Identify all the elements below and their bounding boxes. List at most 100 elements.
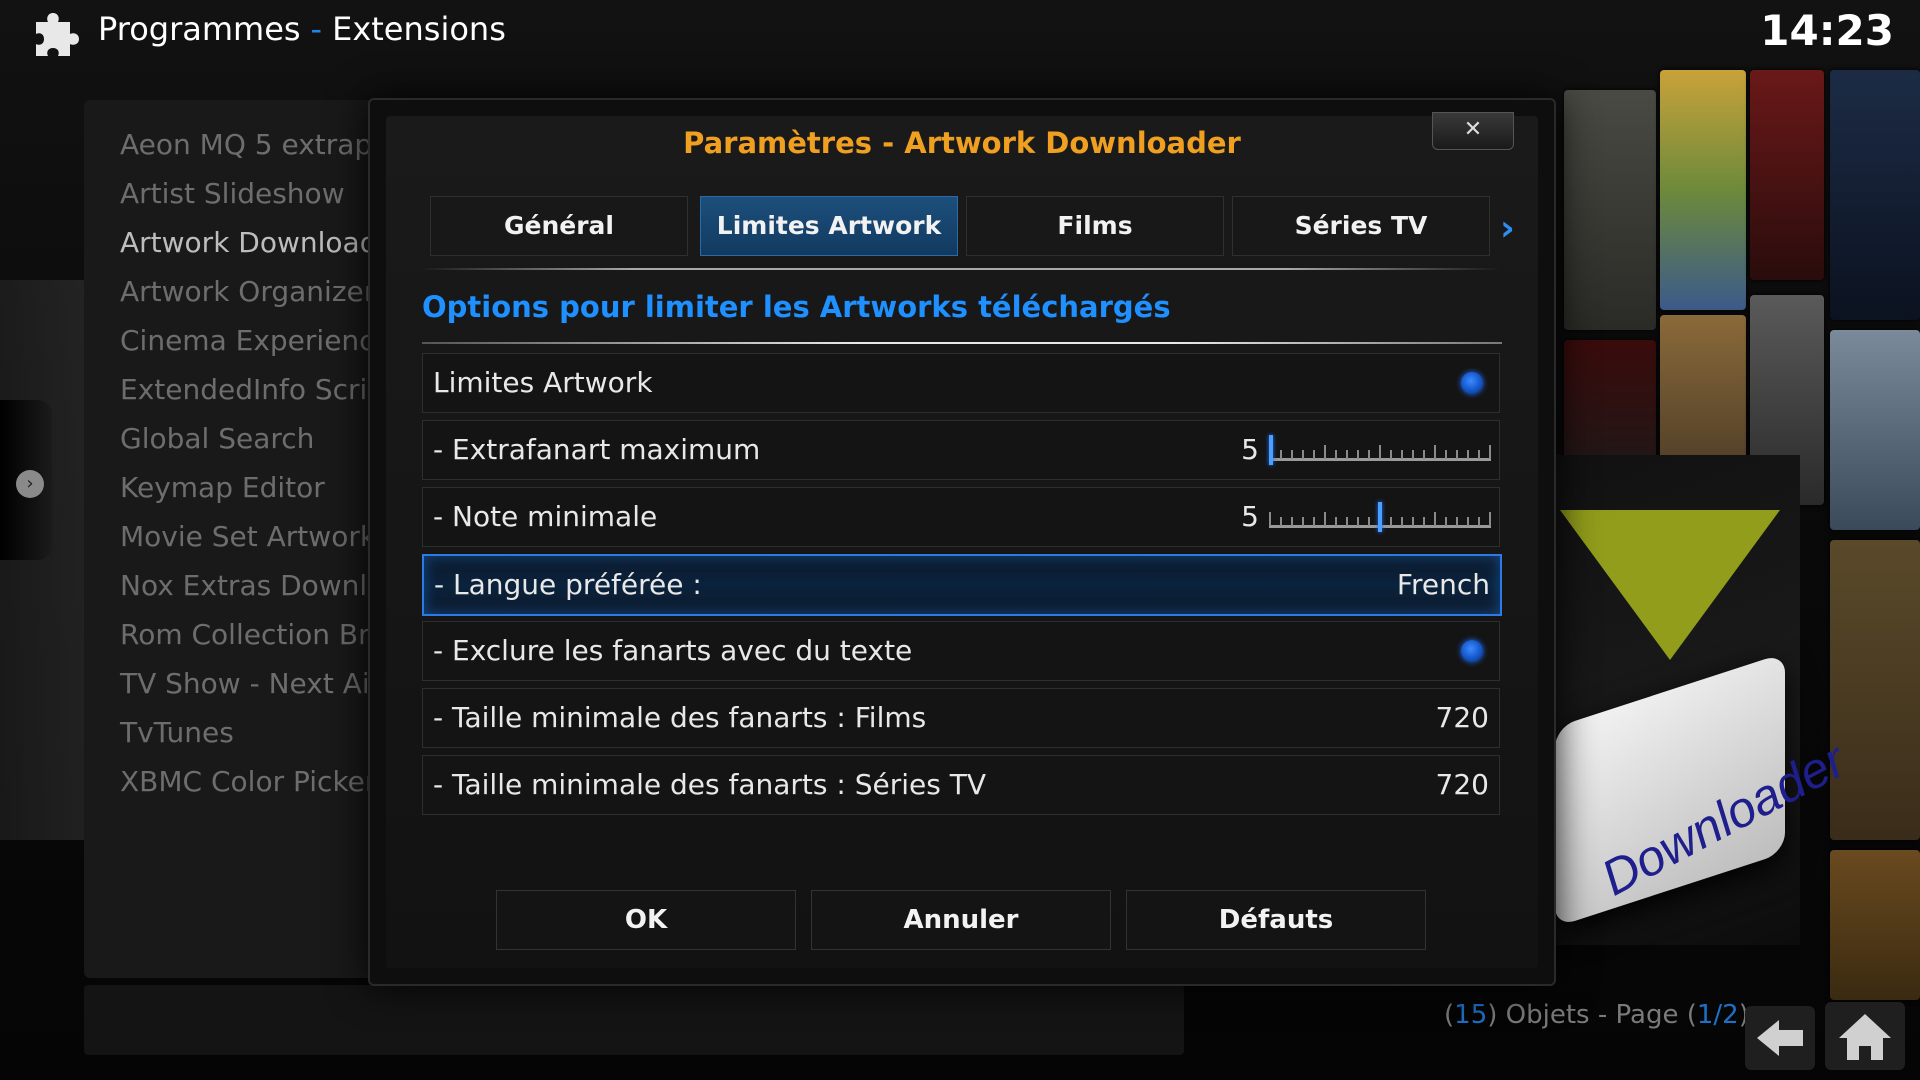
slider-tick — [1357, 450, 1359, 459]
setting-taille-fanarts-films[interactable]: - Taille minimale des fanarts : Films 72… — [422, 688, 1500, 748]
list-item[interactable]: Artwork Organizer — [120, 275, 375, 308]
footer-bar — [84, 985, 1184, 1055]
setting-label: - Taille minimale des fanarts : Séries T… — [433, 768, 986, 801]
slider-tick — [1269, 512, 1271, 526]
slider-tick — [1423, 450, 1425, 459]
slider-tick — [1467, 450, 1469, 459]
tab-films[interactable]: Films — [966, 196, 1224, 256]
slider-tick — [1346, 517, 1348, 526]
defaults-button[interactable]: Défauts — [1126, 890, 1426, 950]
list-item[interactable]: Cinema Experience — [120, 324, 384, 357]
list-item[interactable]: Movie Set Artwork — [120, 520, 376, 553]
left-poster-strip — [0, 280, 84, 840]
home-icon — [1839, 1014, 1891, 1060]
setting-note-minimale[interactable]: - Note minimale 5 — [422, 487, 1500, 547]
slider-tick — [1280, 517, 1282, 526]
setting-label: - Extrafanart maximum — [433, 433, 761, 466]
page-info-text: ) Objets - Page ( — [1487, 1000, 1697, 1030]
page-number: 1/2 — [1696, 1000, 1739, 1030]
slider-tick — [1489, 512, 1491, 526]
slider-tick — [1379, 445, 1381, 459]
slider-tick — [1390, 517, 1392, 526]
poster-image — [1830, 540, 1920, 840]
slider-tick — [1313, 450, 1315, 459]
slider-tick — [1357, 517, 1359, 526]
radio-on-icon[interactable] — [1461, 640, 1483, 662]
tab-general[interactable]: Général — [430, 196, 688, 256]
tab-limites-artwork[interactable]: Limites Artwork — [700, 196, 958, 256]
section-title: Options pour limiter les Artworks téléch… — [422, 290, 1171, 324]
slider-value: 5 — [1241, 500, 1259, 533]
slider-handle[interactable] — [1378, 502, 1382, 532]
setting-value: 720 — [1435, 768, 1489, 801]
setting-extrafanart-maximum[interactable]: - Extrafanart maximum 5 — [422, 420, 1500, 480]
chevron-right-icon[interactable]: › — [1500, 208, 1515, 249]
slider-tick — [1368, 517, 1370, 526]
slider[interactable] — [1269, 435, 1491, 465]
list-item[interactable]: Nox Extras Downlo — [120, 569, 384, 602]
list-item[interactable]: Aeon MQ 5 extrapa — [120, 128, 384, 161]
dialog-title: Paramètres - Artwork Downloader — [683, 126, 1241, 160]
list-item[interactable]: Artist Slideshow — [120, 177, 345, 210]
poster-image — [1830, 70, 1920, 320]
setting-label: - Exclure les fanarts avec du texte — [433, 634, 913, 667]
slider-value: 5 — [1241, 433, 1259, 466]
page-info-text: ( — [1444, 1000, 1455, 1030]
setting-taille-fanarts-series[interactable]: - Taille minimale des fanarts : Séries T… — [422, 755, 1500, 815]
slider-tick — [1478, 517, 1480, 526]
back-button[interactable] — [1745, 1006, 1815, 1070]
poster-image — [1830, 850, 1920, 1000]
close-icon: ✕ — [1463, 117, 1483, 142]
setting-exclure-fanarts-texte[interactable]: - Exclure les fanarts avec du texte — [422, 621, 1500, 681]
tab-divider — [420, 268, 1500, 270]
slider-tick — [1346, 450, 1348, 459]
setting-langue-preferee[interactable]: - Langue préférée : French — [422, 554, 1502, 616]
slider-tick — [1291, 450, 1293, 459]
puzzle-icon — [36, 13, 79, 56]
slider-tick — [1445, 450, 1447, 459]
list-item[interactable]: Keymap Editor — [120, 471, 325, 504]
list-item[interactable]: Rom Collection Br — [120, 618, 370, 651]
slider-tick — [1302, 517, 1304, 526]
slider-tick — [1445, 517, 1447, 526]
settings-dialog: Paramètres - Artwork Downloader ✕ Généra… — [368, 98, 1556, 986]
slider-tick — [1467, 517, 1469, 526]
slider[interactable] — [1269, 502, 1491, 532]
slider-handle[interactable] — [1269, 435, 1273, 465]
slider-tick — [1434, 445, 1436, 459]
slider-tick — [1456, 450, 1458, 459]
breadcrumb-separator: - — [310, 10, 323, 48]
setting-value: French — [1396, 568, 1490, 601]
setting-label: - Note minimale — [433, 500, 658, 533]
slider-tick — [1291, 517, 1293, 526]
close-button[interactable]: ✕ — [1432, 112, 1514, 150]
poster-image — [1750, 70, 1824, 280]
list-item[interactable]: TV Show - Next Ai — [120, 667, 370, 700]
page-title: Programmes - Extensions — [98, 10, 506, 48]
radio-on-icon[interactable] — [1461, 372, 1483, 394]
tab-series-tv[interactable]: Séries TV — [1232, 196, 1490, 256]
cancel-button[interactable]: Annuler — [811, 890, 1111, 950]
page-info: (15) Objets - Page (1/2) — [1444, 1000, 1749, 1030]
breadcrumb-subsection: Extensions — [332, 10, 506, 48]
setting-label: Limites Artwork — [433, 366, 653, 399]
list-item[interactable]: XBMC Color Picker — [120, 765, 376, 798]
ok-button[interactable]: OK — [496, 890, 796, 950]
list-item[interactable]: Global Search — [120, 422, 314, 455]
slider-tick — [1423, 517, 1425, 526]
list-item[interactable]: TvTunes — [120, 716, 234, 749]
side-menu-arrow-icon[interactable]: › — [16, 470, 44, 498]
setting-limites-artwork[interactable]: Limites Artwork — [422, 353, 1500, 413]
list-item[interactable]: ExtendedInfo Scrip — [120, 373, 384, 406]
slider-tick — [1401, 450, 1403, 459]
clock: 14:23 — [1760, 6, 1894, 55]
slider-tick — [1335, 450, 1337, 459]
slider-tick — [1335, 517, 1337, 526]
setting-label: - Taille minimale des fanarts : Films — [433, 701, 927, 734]
slider-tick — [1434, 512, 1436, 526]
breadcrumb-section: Programmes — [98, 10, 301, 48]
slider-tick — [1489, 445, 1491, 459]
list-item[interactable]: Artwork Download — [120, 226, 377, 259]
back-arrow-icon — [1757, 1020, 1803, 1056]
home-button[interactable] — [1825, 1002, 1905, 1070]
